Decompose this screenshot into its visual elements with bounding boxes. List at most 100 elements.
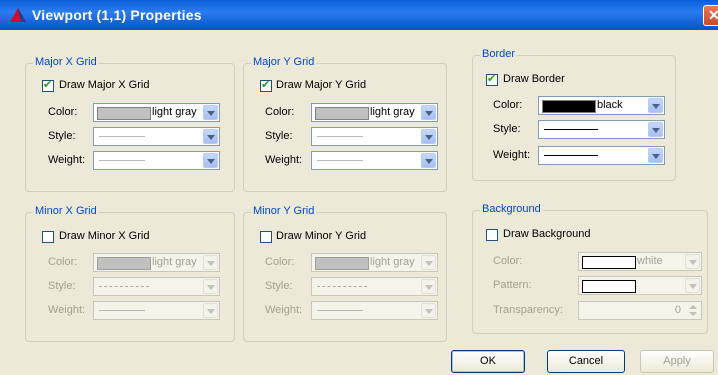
major-x-style-select[interactable] (93, 127, 220, 146)
cancel-button[interactable]: Cancel (547, 350, 625, 373)
minor-y-weight-label: Weight: (265, 304, 303, 316)
chevron-down-icon[interactable] (421, 303, 436, 318)
pattern-swatch (582, 280, 636, 293)
minor-y-color-label: Color: (265, 256, 295, 268)
color-swatch (582, 256, 636, 269)
background-color-value: white (637, 255, 663, 267)
draw-minor-x-checkbox[interactable] (42, 231, 54, 243)
minor-x-style-label: Style: (48, 280, 76, 292)
minor-y-weight-select[interactable] (311, 301, 438, 320)
background-color-select[interactable]: white (578, 252, 702, 271)
group-title-minor-y: Minor Y Grid (251, 205, 317, 217)
chevron-down-icon[interactable] (203, 279, 218, 294)
draw-minor-y-checkbox[interactable] (260, 231, 272, 243)
chevron-down-icon[interactable] (648, 122, 663, 137)
draw-major-x-checkbox[interactable] (42, 78, 54, 92)
major-y-color-value: light gray (370, 106, 415, 118)
title-bar: Viewport (1,1) Properties ✕ (0, 0, 718, 30)
chevron-down-icon[interactable] (421, 105, 436, 120)
background-pattern-label: Pattern: (493, 279, 532, 291)
border-color-select[interactable]: black (538, 96, 665, 115)
group-title-background: Background (480, 203, 543, 215)
chevron-down-icon[interactable] (203, 255, 218, 270)
line-style-preview (317, 136, 363, 137)
line-weight-preview (317, 310, 363, 311)
color-swatch (315, 107, 369, 120)
chevron-down-icon[interactable] (203, 105, 218, 120)
chevron-down-icon[interactable] (421, 255, 436, 270)
group-title-major-y: Major Y Grid (251, 56, 317, 68)
close-button[interactable]: ✕ (703, 5, 718, 26)
chevron-down-icon[interactable] (685, 278, 700, 293)
minor-x-color-value: light gray (152, 256, 197, 268)
border-color-label: Color: (493, 99, 523, 111)
color-swatch (97, 107, 151, 120)
window-title: Viewport (1,1) Properties (32, 7, 202, 23)
minor-y-color-value: light gray (370, 256, 415, 268)
major-y-color-select[interactable]: light gray (311, 103, 438, 122)
major-x-weight-label: Weight: (48, 154, 86, 166)
border-weight-select[interactable] (538, 146, 665, 165)
minor-y-color-select[interactable]: light gray (311, 253, 438, 272)
chevron-down-icon[interactable] (421, 153, 436, 168)
major-y-color-label: Color: (265, 106, 295, 118)
chevron-down-icon[interactable] (203, 129, 218, 144)
major-y-style-select[interactable] (311, 127, 438, 146)
draw-major-y-checkbox[interactable] (260, 78, 272, 92)
major-x-color-value: light gray (152, 106, 197, 118)
line-style-preview (99, 136, 145, 137)
border-weight-label: Weight: (493, 149, 531, 161)
group-title-minor-x: Minor X Grid (33, 205, 99, 217)
major-x-color-select[interactable]: light gray (93, 103, 220, 122)
line-style-preview (99, 286, 149, 287)
chevron-down-icon[interactable] (421, 279, 436, 294)
border-style-label: Style: (493, 123, 521, 135)
background-transparency-spinner[interactable]: 0 (578, 301, 702, 320)
minor-x-style-select[interactable] (93, 277, 220, 296)
background-transparency-label: Transparency: (493, 304, 563, 316)
border-style-select[interactable] (538, 120, 665, 139)
draw-border-checkbox[interactable] (486, 72, 498, 86)
chevron-down-icon[interactable] (648, 148, 663, 163)
major-y-weight-select[interactable] (311, 151, 438, 170)
draw-minor-x-label: Draw Minor X Grid (59, 230, 150, 242)
line-style-preview (317, 286, 367, 287)
draw-major-x-label: Draw Major X Grid (59, 79, 150, 91)
chevron-down-icon[interactable] (203, 153, 218, 168)
minor-x-weight-select[interactable] (93, 301, 220, 320)
minor-x-weight-label: Weight: (48, 304, 86, 316)
major-y-style-label: Style: (265, 130, 293, 142)
apply-button[interactable]: Apply (640, 350, 714, 373)
chevron-down-icon[interactable] (648, 98, 663, 113)
spinner-arrows-icon[interactable] (686, 302, 700, 319)
group-title-major-x: Major X Grid (33, 56, 99, 68)
color-swatch (97, 257, 151, 270)
major-x-weight-select[interactable] (93, 151, 220, 170)
chevron-down-icon[interactable] (203, 303, 218, 318)
border-color-value: black (597, 99, 623, 111)
ok-button[interactable]: OK (451, 350, 525, 373)
line-weight-preview (99, 310, 145, 311)
minor-x-color-select[interactable]: light gray (93, 253, 220, 272)
color-swatch (315, 257, 369, 270)
draw-background-label: Draw Background (503, 228, 591, 240)
line-weight-preview (317, 160, 363, 161)
major-y-weight-label: Weight: (265, 154, 303, 166)
draw-major-y-label: Draw Major Y Grid (276, 79, 367, 91)
major-x-style-label: Style: (48, 130, 76, 142)
chevron-down-icon[interactable] (421, 129, 436, 144)
minor-x-color-label: Color: (48, 256, 78, 268)
background-pattern-select[interactable] (578, 276, 702, 295)
minor-y-style-select[interactable] (311, 277, 438, 296)
line-weight-preview (99, 160, 145, 161)
draw-minor-y-label: Draw Minor Y Grid (276, 230, 367, 242)
color-swatch (542, 100, 596, 113)
line-style-preview (544, 129, 598, 130)
draw-border-label: Draw Border (503, 73, 565, 85)
line-weight-preview (544, 155, 598, 156)
background-color-label: Color: (493, 255, 523, 267)
group-title-border: Border (480, 48, 518, 60)
transparency-value: 0 (674, 304, 681, 316)
draw-background-checkbox[interactable] (486, 229, 498, 241)
chevron-down-icon[interactable] (685, 254, 700, 269)
